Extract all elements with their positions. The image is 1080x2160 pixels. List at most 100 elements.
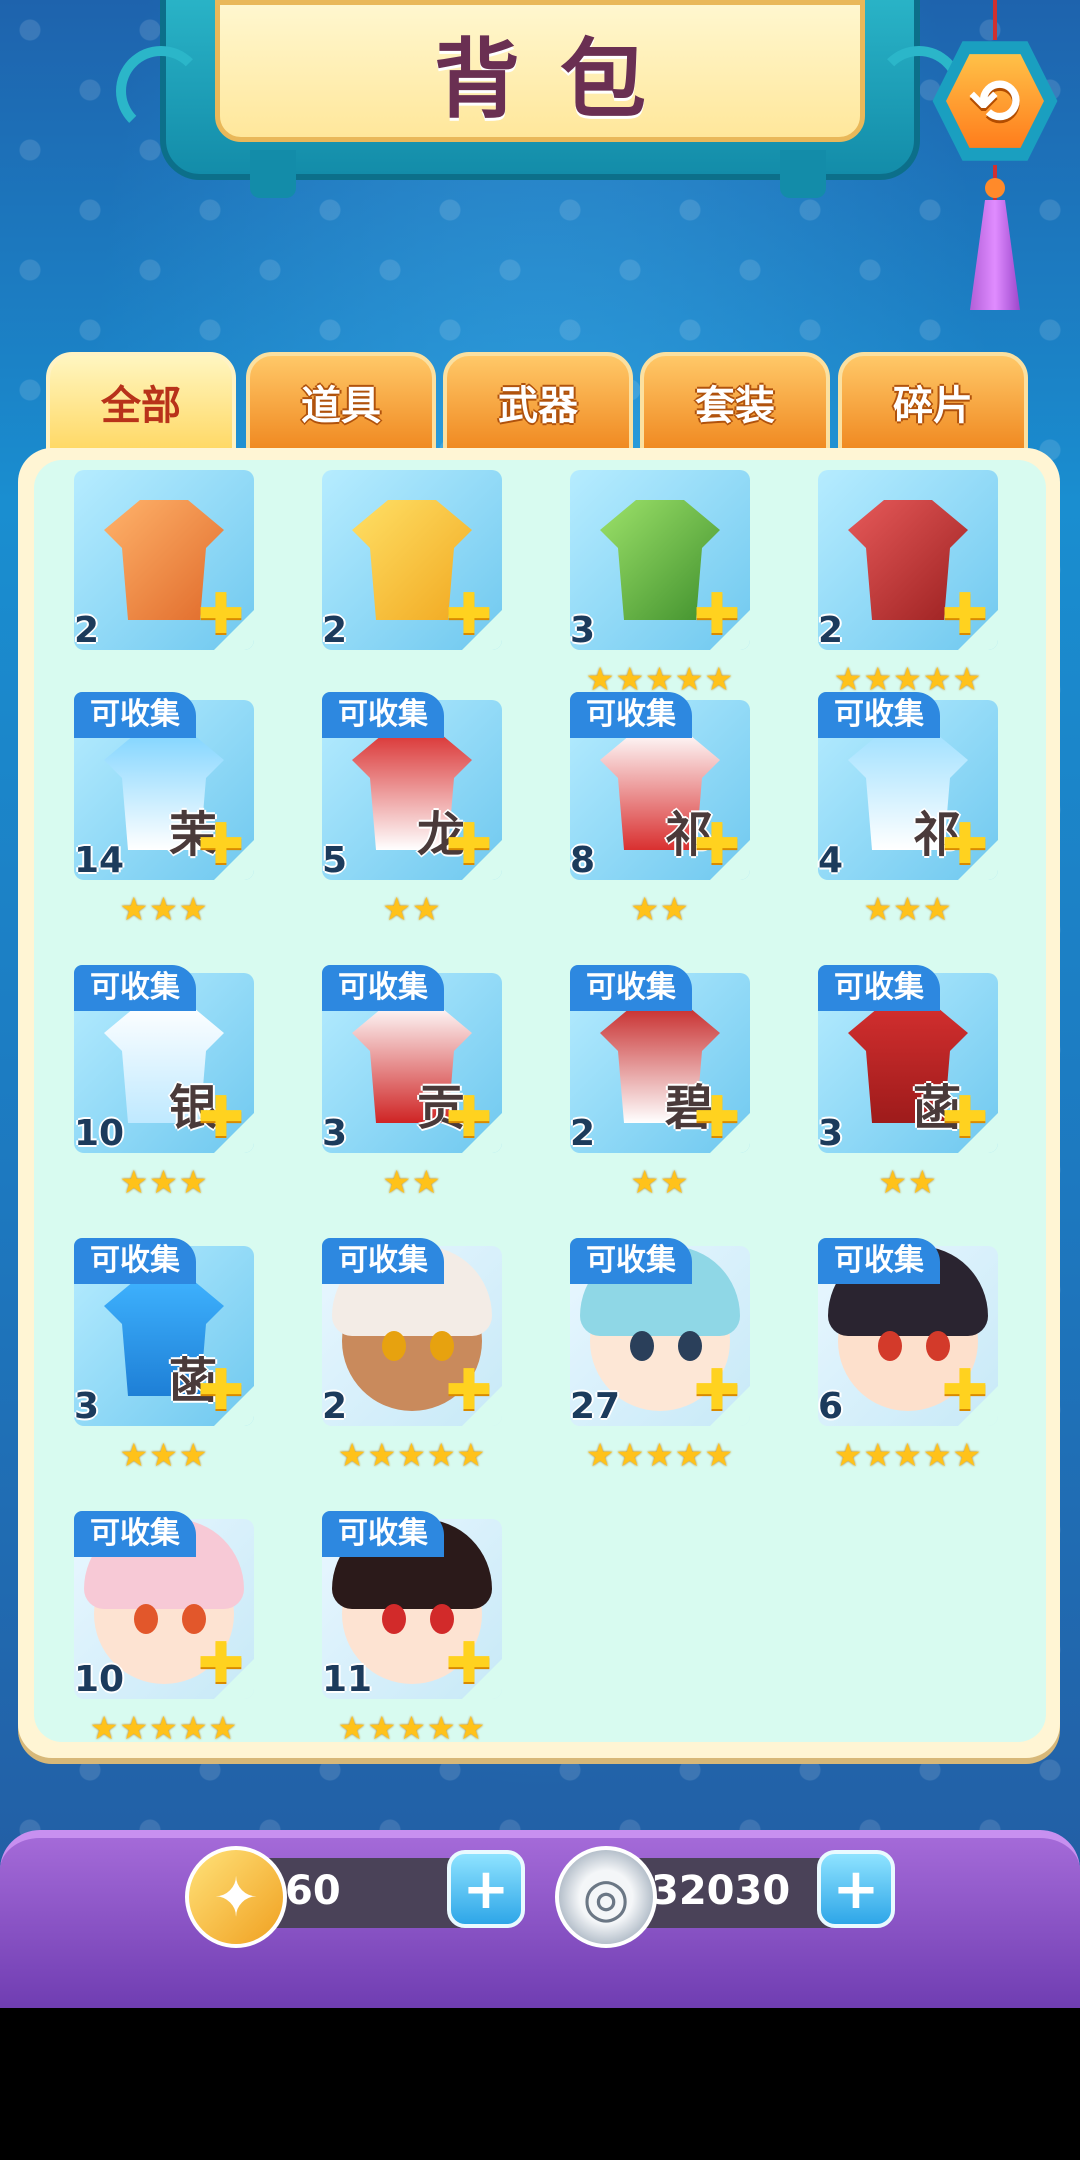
tab-label: 套装	[695, 383, 775, 429]
collectible-badge: 可收集	[74, 1238, 196, 1284]
tab-label: 碎片	[893, 383, 973, 429]
star-rating: ★★★	[119, 1436, 209, 1474]
inventory-panel[interactable]: 2 ✚ 2 ✚ 3 ✚ ★★★★★ 2 ✚ ★★★★★ 可收集 14 茉 ✚ ★★★ 可收集 5 龙 ✚ ★★ 可收集 8…	[34, 460, 1046, 1742]
eye	[678, 1331, 702, 1361]
inventory-item[interactable]: 可收集 8 祁 ✚ ★★	[530, 692, 750, 950]
puzzle-piece-icon: ✚	[445, 1631, 493, 1696]
add-leaf-button[interactable]: +	[447, 1850, 525, 1928]
inventory-item[interactable]: 可收集 3 菡 ✚ ★★	[778, 965, 998, 1223]
puzzle-piece-icon: ✚	[941, 1085, 989, 1150]
leaf-resource: ✦ 60 +	[185, 1846, 525, 1948]
tab-label: 武器	[498, 383, 578, 429]
collectible-badge: 可收集	[74, 1511, 196, 1557]
tassel-string	[993, 0, 997, 40]
collectible-badge: 可收集	[74, 692, 196, 738]
collectible-badge: 可收集	[74, 965, 196, 1011]
collectible-badge: 可收集	[322, 1238, 444, 1284]
puzzle-piece-icon: ✚	[197, 582, 245, 647]
item-count: 2	[74, 610, 100, 651]
puzzle-piece-icon: ✚	[197, 1085, 245, 1150]
puzzle-piece-icon: ✚	[445, 812, 493, 877]
back-arrow-icon: ⟲	[969, 64, 1021, 138]
star-rating: ★★★	[863, 890, 953, 928]
puzzle-piece-icon: ✚	[445, 582, 493, 647]
silver-coin-icon: ◎	[555, 1846, 657, 1948]
inventory-item[interactable]: 可收集 2 ✚ ★★★★★	[282, 1238, 502, 1496]
item-count: 8	[570, 840, 596, 881]
puzzle-piece-icon: ✚	[445, 1085, 493, 1150]
puzzle-piece-icon: ✚	[197, 1358, 245, 1423]
eye	[382, 1331, 406, 1361]
item-count: 10	[74, 1113, 125, 1154]
plus-icon: +	[832, 1856, 880, 1922]
inventory-item[interactable]: 2 ✚	[34, 470, 254, 720]
star-rating: ★★	[382, 890, 442, 928]
eye	[926, 1331, 950, 1361]
inventory-item[interactable]: 2 ✚	[282, 470, 502, 720]
star-rating: ★★	[878, 1163, 938, 1201]
tab-fragments[interactable]: 碎片	[838, 352, 1028, 452]
inventory-item[interactable]: 可收集 3 菡 ✚ ★★★	[34, 1238, 254, 1496]
frame-leg	[250, 150, 296, 198]
inventory-item[interactable]: 可收集 27 ✚ ★★★★★	[530, 1238, 750, 1496]
collectible-badge: 可收集	[570, 692, 692, 738]
star-rating: ★★★★★	[833, 1436, 983, 1474]
title-banner: 背包	[215, 0, 865, 142]
puzzle-piece-icon: ✚	[445, 1358, 493, 1423]
category-tabs: 全部 道具 武器 套装 碎片	[46, 352, 1036, 452]
collectible-badge: 可收集	[818, 1238, 940, 1284]
tab-label: 道具	[301, 383, 381, 429]
inventory-grid: 2 ✚ 2 ✚ 3 ✚ ★★★★★ 2 ✚ ★★★★★ 可收集 14 茉 ✚ ★★★ 可收集 5 龙 ✚ ★★ 可收集 8…	[34, 460, 1046, 1742]
puzzle-piece-icon: ✚	[693, 1085, 741, 1150]
item-count: 3	[570, 610, 596, 651]
inventory-item[interactable]: 可收集 3 贡 ✚ ★★	[282, 965, 502, 1223]
coin-amount: 32030	[651, 1868, 791, 1914]
tab-weapons[interactable]: 武器	[443, 352, 633, 452]
eye	[182, 1604, 206, 1634]
leaf-icon: ✦	[185, 1846, 287, 1948]
inventory-item[interactable]: 可收集 14 茉 ✚ ★★★	[34, 692, 254, 950]
tab-all[interactable]: 全部	[46, 352, 236, 452]
item-count: 4	[818, 840, 844, 881]
inventory-item[interactable]: 可收集 10 ✚ ★★★★★	[34, 1511, 254, 1742]
tab-items[interactable]: 道具	[246, 352, 436, 452]
item-count: 6	[818, 1386, 844, 1427]
puzzle-piece-icon: ✚	[197, 1631, 245, 1696]
star-rating: ★★	[382, 1163, 442, 1201]
inventory-item[interactable]: 3 ✚ ★★★★★	[530, 470, 750, 720]
inventory-item[interactable]: 可收集 11 ✚ ★★★★★	[282, 1511, 502, 1742]
item-count: 10	[74, 1659, 125, 1700]
tab-outfits[interactable]: 套装	[640, 352, 830, 452]
page-title: 背包	[434, 29, 686, 130]
inventory-item[interactable]: 可收集 10 银 ✚ ★★★	[34, 965, 254, 1223]
item-count: 3	[322, 1113, 348, 1154]
item-count: 2	[818, 610, 844, 651]
inventory-item[interactable]: 可收集 6 ✚ ★★★★★	[778, 1238, 998, 1496]
item-count: 27	[570, 1386, 621, 1427]
tab-label: 全部	[101, 383, 181, 429]
collectible-badge: 可收集	[818, 692, 940, 738]
puzzle-piece-icon: ✚	[941, 812, 989, 877]
item-count: 14	[74, 840, 125, 881]
inventory-item[interactable]: 可收集 2 碧 ✚ ★★	[530, 965, 750, 1223]
item-count: 5	[322, 840, 348, 881]
inventory-item[interactable]: 可收集 4 祁 ✚ ★★★	[778, 692, 998, 950]
star-rating: ★★★★★	[337, 1709, 487, 1742]
eye	[382, 1604, 406, 1634]
star-rating: ★★	[630, 1163, 690, 1201]
eye	[878, 1331, 902, 1361]
inventory-item[interactable]: 可收集 5 龙 ✚ ★★	[282, 692, 502, 950]
tassel-bead	[985, 178, 1005, 198]
collectible-badge: 可收集	[818, 965, 940, 1011]
star-rating: ★★★	[119, 1163, 209, 1201]
collectible-badge: 可收集	[570, 1238, 692, 1284]
inventory-item[interactable]: 2 ✚ ★★★★★	[778, 470, 998, 720]
puzzle-piece-icon: ✚	[693, 1358, 741, 1423]
star-rating: ★★★★★	[585, 1436, 735, 1474]
item-count: 2	[322, 1386, 348, 1427]
star-rating: ★★	[630, 890, 690, 928]
leaf-amount: 60	[285, 1868, 341, 1914]
collectible-badge: 可收集	[322, 1511, 444, 1557]
item-count: 2	[570, 1113, 596, 1154]
add-coin-button[interactable]: +	[817, 1850, 895, 1928]
